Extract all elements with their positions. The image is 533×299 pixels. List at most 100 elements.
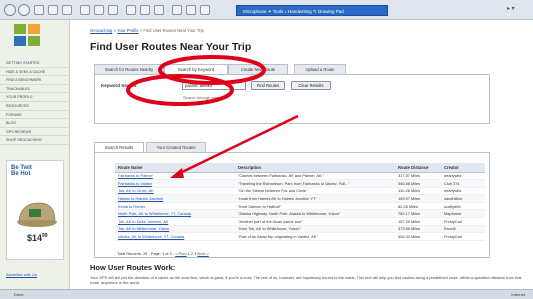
keyword-search-panel: Keyword Search: Find Routes Clear Result…	[94, 74, 490, 124]
tab-search-results[interactable]: Search Results	[94, 142, 144, 152]
favorites-icon[interactable]	[94, 5, 104, 15]
discuss-icon[interactable]	[172, 5, 182, 15]
pagination: Total Records: 29 - Page: 1 of 3 - < Pre…	[117, 251, 209, 256]
breadcrumb-geocaching[interactable]: Geocaching	[90, 28, 112, 33]
route-name-link[interactable]: Kenai to Homer	[115, 202, 235, 211]
keyword-search-input[interactable]	[182, 81, 246, 90]
research-icon[interactable]	[200, 5, 210, 15]
table-row: Tok, AK to Circle, AK "On the Steese bet…	[115, 187, 485, 196]
status-text: Done	[14, 292, 24, 297]
route-creator: FrostyCarl	[441, 217, 485, 226]
clear-results-button[interactable]: Clear Results	[291, 81, 331, 90]
home-icon[interactable]	[62, 5, 72, 15]
route-distance: 346.88 Miles	[395, 179, 441, 188]
sidebar-item-shop[interactable]: Shop Geocaching	[0, 136, 70, 145]
route-name-link[interactable]: North Pole, AK to Whitehorse, YT, Canada	[115, 209, 235, 219]
menu-chevron-icon[interactable]: ▸ ▾	[507, 5, 527, 15]
prev-page-link[interactable]: < Prev	[175, 251, 186, 256]
cap-advertisement[interactable]: Be Twit Be Hot $1499	[6, 160, 64, 260]
column-header-creator[interactable]: Creator	[441, 163, 485, 173]
geocaching-logo[interactable]	[14, 24, 42, 46]
route-distance: 149.07 Miles	[395, 194, 441, 203]
sidebar-item-gps-reviews[interactable]: GPS Reviews	[0, 128, 70, 137]
route-description: "Traveling the Richardson, Parx from Fai…	[235, 179, 395, 188]
tab-search-keyword[interactable]: Search by Keyword	[164, 64, 228, 74]
route-creator: FrostyCarl	[441, 232, 485, 241]
ad-title-line2: Be Hot	[11, 171, 31, 177]
keyword-search-label: Keyword Search:	[101, 83, 138, 88]
mail-icon[interactable]	[126, 5, 136, 15]
page-numbers[interactable]: 1 2 3	[188, 251, 197, 256]
breadcrumb: Geocaching > Your Profile > Find User Ro…	[90, 28, 204, 33]
column-header-route-name[interactable]: Route Name	[115, 163, 235, 173]
back-button[interactable]	[4, 4, 16, 16]
ad-price: $1499	[27, 233, 48, 243]
breadcrumb-profile[interactable]: Your Profile	[117, 28, 139, 33]
sidebar-item-resources[interactable]: Resources	[0, 102, 70, 111]
refresh-icon[interactable]	[48, 5, 58, 15]
sidebar-item-blog[interactable]: Blog	[0, 119, 70, 128]
results-panel: Route Name Description Route Distance Cr…	[94, 152, 490, 258]
media-icon[interactable]	[108, 5, 118, 15]
route-name-link[interactable]: Tok, AK to Delta Junction, AK	[115, 217, 235, 226]
table-row: Fairbanks to Valdez "Traveling the Richa…	[115, 179, 485, 188]
next-page-link[interactable]: Next >	[197, 251, 208, 256]
route-description: "from Salmon to Halibut!"	[235, 202, 395, 211]
results-table: Route Name Description Route Distance Cr…	[115, 163, 485, 241]
route-name-link[interactable]: Valdez, AK to Whitehorse, YT, Canada	[115, 232, 235, 241]
column-header-route-distance[interactable]: Route Distance	[395, 163, 441, 173]
left-sidebar: Getting Started Hide & Seek a Cache Find…	[0, 20, 70, 289]
browser-toolbar: Microphone ✦ Tools ♪ Handwriting ✎ Drawi…	[0, 0, 533, 20]
search-hint: Search through addr	[183, 95, 220, 100]
print-icon[interactable]	[140, 5, 150, 15]
table-row: Tok, AK to Delta Junction, AK "Another p…	[115, 217, 485, 226]
table-row: Haines to Haines Junction "route from Ha…	[115, 194, 485, 203]
sidebar-item-getting-started[interactable]: Getting Started	[0, 59, 70, 68]
total-records: Total Records: 29 - Page: 1 of 3 -	[117, 251, 175, 256]
route-name-link[interactable]: Tok, AK to Whitehorse, Yukon	[115, 225, 235, 234]
sidebar-item-hide-seek[interactable]: Hide & Seek a Cache	[0, 68, 70, 77]
tab-upload-route[interactable]: Upload a Route	[294, 64, 346, 74]
sidebar-nav: Getting Started Hide & Seek a Cache Find…	[0, 59, 70, 145]
sidebar-item-trackables[interactable]: Trackables	[0, 85, 70, 94]
page-title: Find User Routes Near Your Trip	[90, 41, 252, 53]
table-row: Tok, AK to Whitehorse, Yukon "from Tok, …	[115, 225, 485, 234]
route-description: "Caches between Fairbanks, AK and Palmer…	[235, 172, 395, 181]
route-name-link[interactable]: Fairbanks to Palmer	[115, 172, 235, 181]
route-description: "route from Haines AK to Haines Junction…	[235, 194, 395, 203]
search-icon[interactable]	[80, 5, 90, 15]
route-distance: 373.56 Miles	[395, 225, 441, 234]
column-header-description[interactable]: Description	[235, 163, 395, 173]
tab-search-nearby[interactable]: Search for Routes Nearby	[94, 64, 164, 74]
route-distance: 82.05 Miles	[395, 202, 441, 211]
route-description: "On the Steese between Fox and Circle."	[235, 187, 395, 196]
table-row: Fairbanks to Palmer "Caches between Fair…	[115, 172, 485, 181]
route-name-link[interactable]: Fairbanks to Valdez	[115, 179, 235, 188]
messenger-icon[interactable]	[186, 5, 196, 15]
how-it-works-heading: How User Routes Work:	[90, 263, 176, 272]
how-it-works-text: Your GPS will tell you the direction of …	[90, 275, 522, 285]
stop-icon[interactable]	[34, 5, 44, 15]
sidebar-item-profile[interactable]: Your Profile	[0, 93, 70, 102]
sidebar-item-forums[interactable]: Forums	[0, 111, 70, 120]
cap-image	[17, 202, 57, 227]
route-distance: 107.29 Miles	[395, 217, 441, 226]
route-creator: Mapforest	[441, 209, 485, 219]
main-content: Geocaching > Your Profile > Find User Ro…	[70, 20, 533, 289]
find-routes-button[interactable]: Find Routes	[251, 81, 285, 90]
route-name-link[interactable]: Haines to Haines Junction	[115, 194, 235, 203]
route-distance: 606.33 Miles	[395, 232, 441, 241]
route-creator: nearlywild	[441, 187, 485, 196]
advertise-link[interactable]: Advertise with Us	[6, 272, 37, 277]
table-row: Valdez, AK to Whitehorse, YT, Canada "Pa…	[115, 232, 485, 241]
route-creator: Club 374	[441, 179, 485, 188]
route-name-link[interactable]: Tok, AK to Circle, AK	[115, 187, 235, 196]
tab-created-routes[interactable]: Your Created Routes	[146, 142, 206, 152]
edit-icon[interactable]	[154, 5, 164, 15]
sidebar-item-benchmark[interactable]: Find a Benchmark	[0, 76, 70, 85]
tab-create-route[interactable]: Create New Route	[228, 64, 288, 74]
route-creator: nearlywild	[441, 172, 485, 181]
table-row: Kenai to Homer "from Salmon to Halibut!"…	[115, 202, 485, 211]
forward-button[interactable]	[18, 4, 30, 16]
language-bar[interactable]: Microphone ✦ Tools ♪ Handwriting ✎ Drawi…	[236, 5, 388, 16]
